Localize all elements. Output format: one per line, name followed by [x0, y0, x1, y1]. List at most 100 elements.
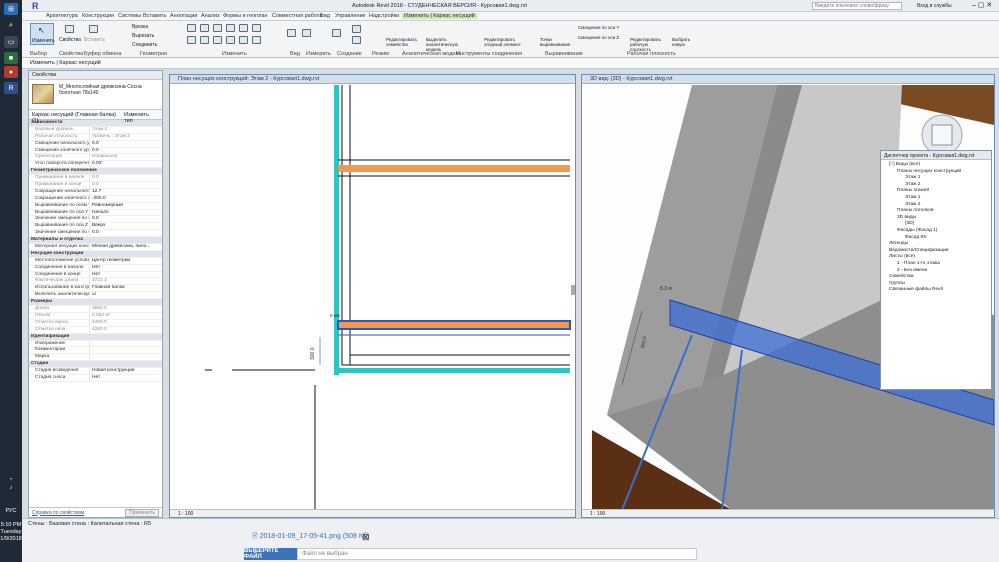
- properties-section[interactable]: Несущие конструкции: [29, 250, 162, 258]
- properties-section[interactable]: Материалы и отделка: [29, 237, 162, 245]
- plan-drawing[interactable]: 300.0 0 мм: [170, 85, 575, 510]
- browser-icon[interactable]: ●: [4, 66, 18, 78]
- property-row[interactable]: Угол поворота поперечн... 0.00°: [29, 161, 162, 169]
- search-icon[interactable]: ⌕: [4, 20, 18, 32]
- browser-tree-item[interactable]: Семейства: [889, 274, 914, 279]
- browser-tree-item[interactable]: 3D виды: [897, 215, 916, 220]
- property-row[interactable]: Соединение в конце Нет: [29, 271, 162, 279]
- pick-new-button[interactable]: Выбрать новую: [672, 37, 696, 47]
- pin-icon[interactable]: [239, 36, 248, 44]
- property-value[interactable]: 3722.3: [89, 278, 162, 285]
- property-value[interactable]: ☑: [89, 292, 162, 299]
- language-indicator[interactable]: РУС: [0, 508, 22, 515]
- property-value[interactable]: Вверх: [89, 223, 162, 230]
- property-row[interactable]: Стадия возведения Новая конструкция: [29, 368, 162, 375]
- offset-y-button[interactable]: Смещения по оси Y: [578, 25, 619, 30]
- property-value[interactable]: Уровень : Этаж 2: [89, 133, 162, 140]
- search-input[interactable]: Введите ключевое слово/фразу: [812, 2, 902, 10]
- align-icon[interactable]: [187, 24, 196, 32]
- browser-tree-item[interactable]: Этаж 1: [905, 175, 920, 180]
- attached-file-link[interactable]: 🖹 2018-01-09_17-05-41.png (508 Кб): [252, 532, 369, 543]
- properties-button[interactable]: Свойства: [59, 23, 81, 45]
- cut-geometry-button[interactable]: Врезка: [132, 24, 148, 30]
- modify-button[interactable]: ↖ Изменить: [30, 23, 55, 45]
- property-row[interactable]: Рабочая плоскость Уровень : Этаж 2: [29, 133, 162, 141]
- edit-family-button[interactable]: Редактировать семейство: [386, 37, 422, 47]
- clock-time[interactable]: 5:10 PM: [0, 522, 22, 529]
- property-value[interactable]: Начало: [89, 209, 162, 216]
- remove-file-icon[interactable]: ⊠: [362, 532, 370, 543]
- property-value[interactable]: Центр геометрии: [89, 257, 162, 264]
- array-icon[interactable]: [213, 36, 222, 44]
- apply-button[interactable]: Применить: [125, 508, 159, 517]
- property-value[interactable]: Нет: [89, 264, 162, 271]
- property-row[interactable]: Смещение начального ур...0.0: [29, 140, 162, 148]
- windows-start-icon[interactable]: ⊞: [4, 3, 18, 15]
- property-row[interactable]: Значение смещения по о...0.0: [29, 230, 162, 238]
- property-row[interactable]: Значение смещения по о...0.0: [29, 216, 162, 224]
- property-row[interactable]: Марка: [29, 354, 162, 362]
- property-value[interactable]: 12.7: [89, 188, 162, 195]
- browser-tree-item[interactable]: Связанные файлы Revit: [889, 287, 943, 292]
- browser-tree-item[interactable]: Листы (все): [889, 254, 915, 259]
- group-select-label[interactable]: Выбор: [30, 51, 47, 57]
- property-row[interactable]: Примыкание в начале 0.0: [29, 175, 162, 183]
- properties-section[interactable]: Стадии: [29, 361, 162, 369]
- browser-tree-item[interactable]: [○] Виды (все): [889, 162, 920, 167]
- property-row[interactable]: Местоположение условн... Центр геометрии: [29, 257, 162, 265]
- signin-link[interactable]: Вход в службы: [917, 3, 952, 9]
- split-icon[interactable]: [200, 36, 209, 44]
- browser-tree-item[interactable]: Легенды: [889, 241, 908, 246]
- property-row[interactable]: Отметка низа 4260.0: [29, 326, 162, 334]
- dimension-label[interactable]: 0 мм: [330, 313, 340, 318]
- edit-workplane-button[interactable]: Редактировать рабочую плоскость: [630, 37, 666, 52]
- property-row[interactable]: Смещение конечного ур... 0.0: [29, 147, 162, 155]
- property-value[interactable]: 4260.0: [89, 326, 162, 333]
- property-value[interactable]: [89, 340, 162, 347]
- property-value[interactable]: [89, 347, 162, 354]
- browser-tree-item[interactable]: Планы потолков: [897, 208, 933, 213]
- wall-cyan-horizontal[interactable]: [334, 368, 570, 373]
- property-row[interactable]: Базовый уровень Этаж 2: [29, 126, 162, 134]
- tab-architecture[interactable]: Архитектура: [46, 13, 78, 19]
- tab-modify-framing[interactable]: Изменить | Каркас несущий: [402, 13, 477, 19]
- mirror-icon[interactable]: [213, 24, 222, 32]
- property-row[interactable]: Комментарии: [29, 347, 162, 355]
- properties-section[interactable]: Зависимости: [29, 120, 162, 127]
- tab-manage[interactable]: Управление: [335, 13, 366, 19]
- property-row[interactable]: Использование в констр... Главная балка: [29, 285, 162, 293]
- property-row[interactable]: Материал несущих конст... Мягкая древесин…: [29, 244, 162, 251]
- browser-tree-item[interactable]: 1 - План 1-го этажа: [897, 261, 940, 266]
- property-row[interactable]: Выравнивание по оси Y Начало: [29, 209, 162, 217]
- property-value[interactable]: 0.0: [89, 230, 162, 237]
- property-row[interactable]: Изображение: [29, 340, 162, 348]
- properties-section[interactable]: Размеры: [29, 299, 162, 307]
- measure-icon[interactable]: [332, 29, 341, 37]
- tab-collaborate[interactable]: Совместная работа: [272, 13, 322, 19]
- beam-selected[interactable]: [337, 320, 571, 330]
- browser-tree-item[interactable]: 2 - Без имени: [897, 268, 927, 273]
- tab-view[interactable]: Вид: [320, 13, 330, 19]
- properties-help-link[interactable]: Справка по свойствам: [32, 510, 84, 516]
- browser-tree-item[interactable]: Этаж 2: [905, 182, 920, 187]
- beam-orange-top[interactable]: [338, 165, 570, 172]
- property-value[interactable]: 0.00°: [89, 161, 162, 168]
- wall-cyan-vertical[interactable]: [334, 85, 339, 375]
- property-value[interactable]: 0.0: [89, 216, 162, 223]
- tab-massing[interactable]: Формы и генплан: [223, 13, 267, 19]
- plan-view-controlbar[interactable]: 1 : 100: [170, 509, 575, 517]
- property-row[interactable]: Фактическая длина 3722.3: [29, 278, 162, 286]
- browser-tree-item[interactable]: Планы этажей: [897, 188, 929, 193]
- property-value[interactable]: Главная балка: [89, 285, 162, 292]
- property-value[interactable]: 0.052 м³: [89, 312, 162, 319]
- property-row[interactable]: Длина 3860.0: [29, 306, 162, 313]
- instance-filter[interactable]: Каркас несущий (Главная балка) (1) Измен…: [29, 110, 162, 124]
- edit-type-button[interactable]: Изменить тип: [124, 112, 159, 124]
- property-value[interactable]: 0.0: [89, 175, 162, 182]
- property-value[interactable]: Нормально: [89, 154, 162, 161]
- property-value[interactable]: 0.0: [89, 182, 162, 188]
- browser-tree-item[interactable]: Ведомости/Спецификации: [889, 248, 949, 253]
- offset-z-button[interactable]: Смещения по оси Z: [578, 35, 619, 40]
- tab-insert[interactable]: Вставить: [143, 13, 166, 19]
- cut-button[interactable]: Вырезать: [132, 33, 154, 39]
